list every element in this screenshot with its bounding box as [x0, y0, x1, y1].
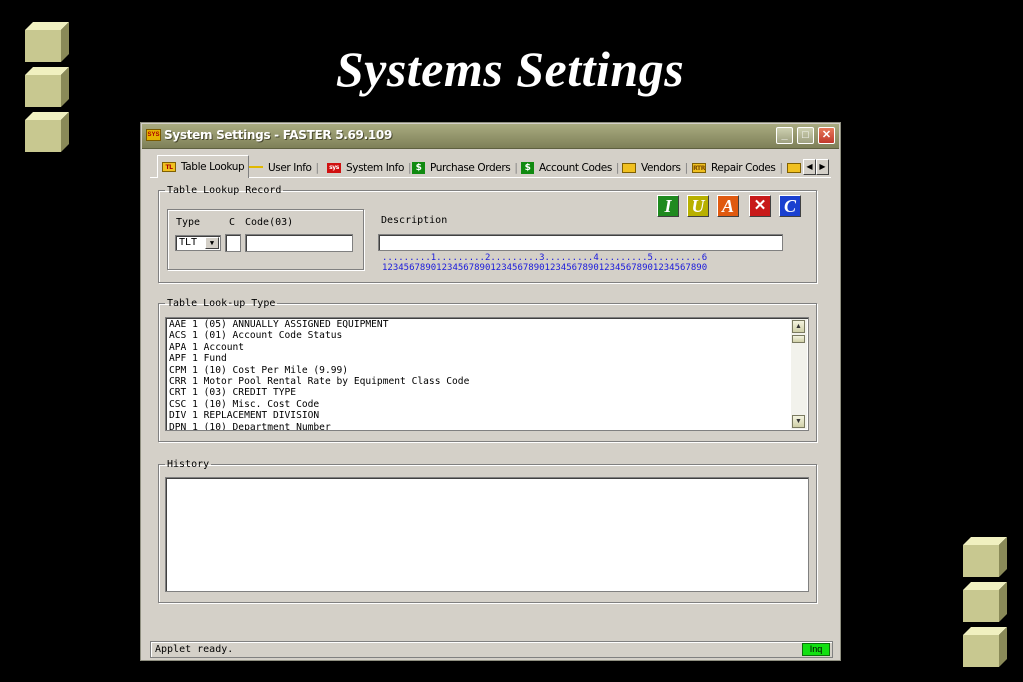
system-icon: sys: [327, 162, 341, 173]
c-label: C: [229, 217, 236, 228]
minimize-button[interactable]: _: [776, 127, 793, 144]
list-item[interactable]: DPN 1 (10) Department Number: [169, 422, 469, 430]
scroll-thumb[interactable]: [792, 335, 805, 343]
description-label: Description: [381, 215, 448, 226]
tab-label: Account Codes: [539, 161, 612, 174]
system-settings-window: SYS System Settings - FASTER 5.69.109 _ …: [140, 122, 841, 661]
tab-scroll: ◀ ▶: [803, 159, 829, 175]
key-icon: [249, 165, 263, 172]
tab-table-lookup[interactable]: TL Table Lookup: [157, 155, 250, 178]
insert-button[interactable]: I: [657, 195, 679, 217]
list-item[interactable]: CPM 1 (10) Cost Per Mile (9.99): [169, 365, 469, 376]
scroll-down-icon[interactable]: ▼: [792, 415, 805, 428]
delete-button[interactable]: ✕: [749, 195, 771, 217]
lookup-type-list[interactable]: AAE 1 (05) ANNUALLY ASSIGNED EQUIPMENT AC…: [165, 317, 809, 431]
tab-bar: TL Table Lookup User Info | sys System Info…: [151, 155, 830, 178]
app-icon: SYS: [146, 129, 161, 141]
list-item[interactable]: DIV 1 REPLACEMENT DIVISION: [169, 410, 469, 421]
c-field[interactable]: [225, 234, 241, 252]
dollar-icon: $: [521, 161, 534, 174]
list-item[interactable]: CRT 1 (03) CREDIT TYPE: [169, 387, 469, 398]
tab-purchase-orders[interactable]: $ Purchase Orders |: [412, 158, 518, 177]
tab-scroll-right-icon[interactable]: ▶: [816, 159, 829, 175]
code-field[interactable]: [245, 234, 353, 252]
type-select[interactable]: TLT ▼: [175, 235, 221, 251]
close-button[interactable]: ✕: [818, 127, 835, 144]
code-label: Code(03): [245, 217, 294, 228]
chevron-down-icon[interactable]: ▼: [205, 237, 219, 249]
group-legend: History: [167, 459, 210, 470]
tab-label: Purchase Orders: [430, 161, 511, 174]
clear-button[interactable]: C: [779, 195, 801, 217]
type-label: Type: [176, 217, 201, 228]
decorative-cube: [963, 582, 1007, 622]
decorative-cube: [25, 112, 69, 152]
slide-title: Systems Settings: [335, 41, 685, 97]
decorative-cube: [25, 22, 69, 62]
tab-repair-codes[interactable]: RTR Repair Codes |: [692, 158, 783, 177]
description-field[interactable]: [378, 234, 783, 251]
tab-scroll-left-icon[interactable]: ◀: [803, 159, 816, 175]
tab-vendors[interactable]: Vendors |: [622, 158, 688, 177]
ruler-units: 1234567890123456789012345678901234567890…: [382, 263, 708, 273]
tab-label: Vendors: [641, 161, 681, 174]
tab-label: User Info: [268, 161, 312, 174]
list-item[interactable]: APF 1 Fund: [169, 353, 469, 364]
update-button[interactable]: U: [687, 195, 709, 217]
tab-divider: [150, 177, 831, 178]
maximize-button[interactable]: □: [797, 127, 814, 144]
add-button[interactable]: A: [717, 195, 739, 217]
repair-icon: [787, 162, 801, 173]
list-item[interactable]: CSC 1 (10) Misc. Cost Code: [169, 399, 469, 410]
status-bar: Applet ready. Inq: [150, 641, 833, 658]
list-item[interactable]: CRR 1 Motor Pool Rental Rate by Equipmen…: [169, 376, 469, 387]
mode-badge: Inq: [802, 643, 830, 656]
lookup-items: AAE 1 (05) ANNUALLY ASSIGNED EQUIPMENT AC…: [169, 319, 469, 430]
history-textarea[interactable]: [165, 477, 809, 592]
list-item[interactable]: AAE 1 (05) ANNUALLY ASSIGNED EQUIPMENT: [169, 319, 469, 330]
scroll-up-icon[interactable]: ▲: [792, 320, 805, 333]
status-text: Applet ready.: [155, 644, 234, 655]
window-title: System Settings - FASTER 5.69.109: [164, 128, 393, 142]
type-value: TLT: [179, 237, 198, 248]
decorative-cube: [25, 67, 69, 107]
group-legend: Table Lookup Record: [167, 185, 282, 196]
tab-label: System Info: [346, 161, 404, 174]
list-item[interactable]: ACS 1 (01) Account Code Status: [169, 330, 469, 341]
list-item[interactable]: APA 1 Account: [169, 342, 469, 353]
decorative-cube: [963, 627, 1007, 667]
window-titlebar[interactable]: SYS System Settings - FASTER 5.69.109 _ …: [142, 124, 839, 149]
tab-user-info[interactable]: User Info |: [249, 158, 319, 177]
tab-label: Table Lookup: [181, 161, 245, 173]
tab-account-codes[interactable]: $ Account Codes |: [521, 158, 619, 177]
ruler-tens: .........1.........2.........3.........4…: [382, 253, 708, 263]
repair-icon: RTR: [692, 162, 706, 173]
tab-system-info[interactable]: sys System Info |: [327, 158, 412, 177]
table-icon: TL: [162, 162, 176, 172]
building-icon: [622, 162, 636, 173]
decorative-cube: [963, 537, 1007, 577]
list-scrollbar[interactable]: ▲ ▼: [791, 319, 807, 429]
dollar-icon: $: [412, 161, 425, 174]
tab-label: Repair Codes: [711, 161, 776, 174]
group-legend: Table Look-up Type: [167, 298, 276, 309]
